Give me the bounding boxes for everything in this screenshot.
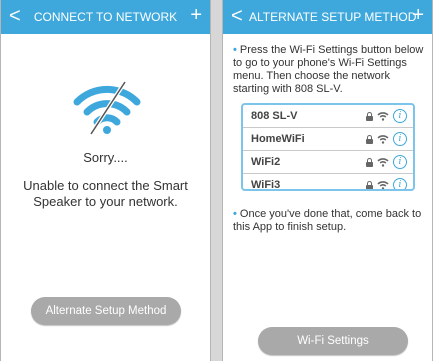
bullet-icon: •: [233, 44, 237, 56]
info-icon[interactable]: i: [393, 178, 407, 189]
network-name: WiFi2: [251, 156, 281, 168]
lock-icon: [366, 134, 373, 144]
alternate-setup-method-screen: < ALTERNATE SETUP METHOD + • Press the W…: [222, 0, 433, 361]
network-row[interactable]: WiFi3 i: [243, 174, 413, 191]
info-icon[interactable]: i: [393, 155, 407, 169]
network-name: HomeWiFi: [251, 133, 305, 145]
instruction-2: Once you've done that, come back to this…: [233, 208, 422, 233]
network-row[interactable]: WiFi2 i: [243, 151, 413, 174]
alternate-setup-method-button[interactable]: Alternate Setup Method: [31, 297, 181, 325]
back-icon[interactable]: <: [9, 5, 21, 27]
network-row[interactable]: 808 SL-V i: [243, 105, 413, 128]
page-title: CONNECT TO NETWORK: [33, 10, 178, 24]
instruction-1: Press the Wi-Fi Settings button below to…: [233, 44, 424, 95]
info-icon[interactable]: i: [393, 109, 407, 123]
wifi-icon: [377, 181, 389, 189]
bullet-icon: •: [233, 208, 237, 220]
wifi-icon: [377, 135, 389, 144]
page-title: ALTERNATE SETUP METHOD: [249, 10, 417, 24]
header-bar: < ALTERNATE SETUP METHOD +: [223, 0, 432, 34]
error-message: Unable to connect the Smart Speaker to y…: [23, 178, 188, 209]
back-icon[interactable]: <: [231, 5, 243, 27]
plus-icon[interactable]: +: [412, 4, 424, 26]
wifi-icon: [377, 158, 389, 167]
network-list: 808 SL-V i HomeWiFi i WiFi2 i WiFi3 i: [241, 103, 415, 191]
network-row[interactable]: HomeWiFi i: [243, 128, 413, 151]
wifi-icon: [377, 112, 389, 121]
lock-icon: [366, 111, 373, 121]
network-name: WiFi3: [251, 179, 281, 191]
network-name: 808 SL-V: [251, 110, 298, 122]
sorry-message: Sorry....: [83, 150, 128, 165]
header-bar: < CONNECT TO NETWORK +: [1, 0, 210, 34]
wifi-settings-button[interactable]: Wi-Fi Settings: [258, 327, 408, 355]
wifi-off-icon: [73, 80, 141, 136]
instruction-text: • Once you've done that, come back to th…: [233, 208, 424, 234]
lock-icon: [366, 157, 373, 167]
lock-icon: [366, 180, 373, 189]
instruction-text: • Press the Wi-Fi Settings button below …: [233, 44, 424, 96]
info-icon[interactable]: i: [393, 132, 407, 146]
connect-to-network-screen: < CONNECT TO NETWORK + Sorry.... Unable …: [0, 0, 211, 361]
plus-icon[interactable]: +: [190, 4, 202, 26]
